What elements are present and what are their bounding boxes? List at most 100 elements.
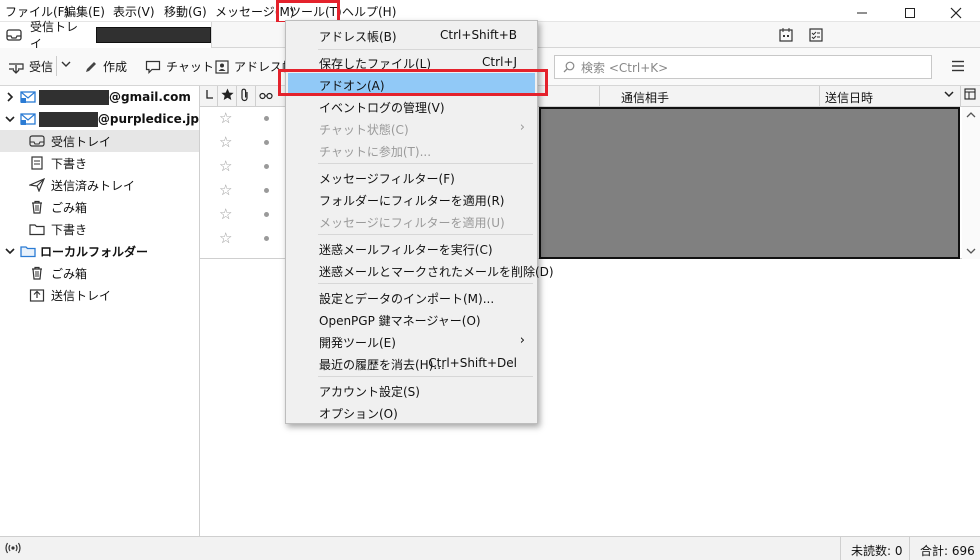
write-label: 作成 <box>103 60 128 74</box>
redacted-message-list <box>539 107 960 259</box>
local-folder-icon <box>20 244 36 258</box>
column-date[interactable]: 送信日時 <box>825 89 873 106</box>
menu-item-event-log[interactable]: イベントログの管理(V) <box>288 95 535 117</box>
account-gmail-label: @gmail.com <box>109 90 191 104</box>
get-mail-button[interactable]: 受信 <box>8 58 53 75</box>
account-purpledice-label: @purpledice.jp <box>97 112 199 126</box>
scroll-down-icon[interactable] <box>966 247 976 255</box>
menu-help[interactable]: ヘルプ(H) <box>342 3 396 20</box>
local-folder-outbox[interactable]: 送信トレイ <box>0 284 199 306</box>
menu-separator <box>318 49 533 50</box>
read-status-icon[interactable] <box>259 91 273 101</box>
menu-item-chat-status[interactable]: チャット状態(C) › <box>288 117 535 139</box>
download-icon <box>8 60 24 74</box>
star-icon[interactable]: ☆ <box>219 109 232 127</box>
local-trash-label: ごみ箱 <box>51 266 88 281</box>
folder-drafts-2[interactable]: 下書き <box>0 218 199 240</box>
unread-dot-icon[interactable] <box>264 164 269 169</box>
chevron-down-icon[interactable] <box>61 59 71 69</box>
unread-dot-icon[interactable] <box>264 116 269 121</box>
submenu-arrow-icon: › <box>519 120 525 135</box>
menu-go[interactable]: 移動(G) <box>164 3 207 20</box>
folder-sent-label: 送信済みトレイ <box>51 178 136 193</box>
status-divider <box>840 537 841 560</box>
redacted-address <box>39 111 98 127</box>
folder-trash[interactable]: ごみ箱 <box>0 196 199 218</box>
menu-item-run-junk-filter[interactable]: 迷惑メールフィルターを実行(C) <box>288 237 535 259</box>
column-correspondent[interactable]: 通信相手 <box>621 89 669 106</box>
folder-pane: @gmail.com @purpledice.jp 受信トレイ 下書き 送信済み… <box>0 86 200 536</box>
star-icon[interactable]: ☆ <box>219 133 232 151</box>
attachment-icon[interactable] <box>240 88 250 102</box>
send-icon <box>29 178 45 192</box>
thread-scrollbar[interactable] <box>962 107 980 259</box>
unread-dot-icon[interactable] <box>264 188 269 193</box>
column-picker-icon[interactable] <box>964 88 976 100</box>
chat-label: チャット <box>166 60 214 74</box>
maximize-button[interactable] <box>898 4 922 22</box>
folder-sent[interactable]: 送信済みトレイ <box>0 174 199 196</box>
scroll-up-icon[interactable] <box>966 111 976 119</box>
thread-column-icon[interactable] <box>205 88 215 102</box>
menu-item-options[interactable]: オプション(O) <box>288 401 535 423</box>
unread-dot-icon[interactable] <box>264 212 269 217</box>
write-button[interactable]: 作成 <box>84 58 127 75</box>
local-folders[interactable]: ローカルフォルダー <box>0 240 199 262</box>
inbox-icon <box>29 134 45 148</box>
menu-item-openpgp[interactable]: OpenPGP 鍵マネージャー(O) <box>288 308 535 330</box>
menu-item-clear-history[interactable]: 最近の履歴を消去(H)... Ctrl+Shift+Del <box>288 352 535 374</box>
menu-bar: ファイル(F) 編集(E) 表示(V) 移動(G) メッセージ(M) ツール(T… <box>0 0 980 22</box>
star-icon[interactable]: ☆ <box>219 229 232 247</box>
star-icon[interactable]: ☆ <box>219 205 232 223</box>
chevron-down-icon[interactable] <box>5 246 15 256</box>
redacted-account-name <box>96 27 211 43</box>
calendar-icon[interactable] <box>778 27 794 43</box>
menu-item-delete-junk[interactable]: 迷惑メールとマークされたメールを削除(D) <box>288 259 554 281</box>
close-button[interactable] <box>944 4 968 22</box>
chat-icon <box>145 60 161 74</box>
menu-item-address-book[interactable]: アドレス帳(B) Ctrl+Shift+B <box>288 24 535 46</box>
folder-drafts[interactable]: 下書き <box>0 152 199 174</box>
menu-item-join-chat[interactable]: チャットに参加(T)... <box>288 139 535 161</box>
chevron-right-icon[interactable] <box>5 92 15 102</box>
menu-item-message-filters[interactable]: メッセージフィルター(F) <box>288 166 535 188</box>
inbox-icon <box>6 28 22 42</box>
folder-drafts-2-label: 下書き <box>51 222 88 237</box>
chevron-down-icon[interactable] <box>5 114 15 124</box>
menu-item-account-settings[interactable]: アカウント設定(S) <box>288 379 535 401</box>
tasks-icon[interactable] <box>808 27 824 43</box>
online-status-icon[interactable] <box>5 541 21 555</box>
total-count: 合計: 696 <box>920 544 975 558</box>
app-menu-icon[interactable] <box>951 60 965 72</box>
column-divider <box>960 86 961 106</box>
folder-inbox[interactable]: 受信トレイ <box>0 130 199 152</box>
drafts-icon <box>29 156 45 170</box>
menu-item-import[interactable]: 設定とデータのインポート(M)... <box>288 286 535 308</box>
account-purpledice[interactable]: @purpledice.jp <box>0 108 199 130</box>
star-icon[interactable]: ☆ <box>219 157 232 175</box>
mail-account-icon <box>20 112 36 126</box>
star-column-icon[interactable] <box>221 88 234 101</box>
unread-dot-icon[interactable] <box>264 140 269 145</box>
trash-icon <box>29 200 45 214</box>
menu-item-run-filters-message[interactable]: メッセージにフィルターを適用(U) <box>288 210 535 232</box>
chat-button[interactable]: チャット <box>145 58 214 75</box>
folder-trash-label: ごみ箱 <box>51 200 88 215</box>
unread-dot-icon[interactable] <box>264 236 269 241</box>
menu-separator <box>318 163 533 164</box>
local-folder-trash[interactable]: ごみ箱 <box>0 262 199 284</box>
menu-item-run-filters-folder[interactable]: フォルダーにフィルターを適用(R) <box>288 188 535 210</box>
tab-inbox[interactable]: 受信トレイ <box>0 20 212 51</box>
star-icon[interactable]: ☆ <box>219 181 232 199</box>
status-divider <box>909 537 910 560</box>
folder-drafts-label: 下書き <box>51 156 88 171</box>
menu-item-dev-tools[interactable]: 開発ツール(E) › <box>288 330 535 352</box>
column-divider <box>819 86 820 106</box>
sort-chevron-icon[interactable] <box>944 89 954 99</box>
menu-separator <box>318 376 533 377</box>
folder-inbox-label: 受信トレイ <box>51 134 112 149</box>
search-input[interactable]: 検索 <Ctrl+K> <box>554 55 932 79</box>
minimize-button[interactable] <box>850 4 874 22</box>
menu-view[interactable]: 表示(V) <box>113 3 155 20</box>
account-gmail[interactable]: @gmail.com <box>0 86 199 108</box>
